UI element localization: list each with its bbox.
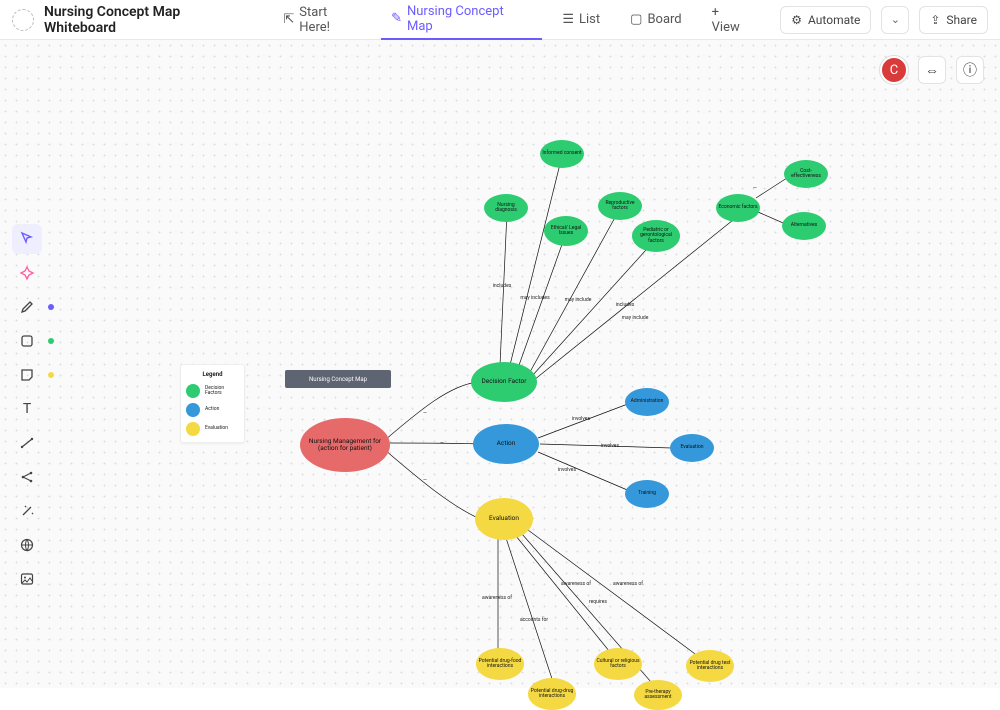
node-alternatives[interactable]: Alternatives bbox=[782, 212, 826, 240]
node-evaluation-sub[interactable]: Evaluation bbox=[670, 434, 714, 462]
edge-label: may includes bbox=[520, 295, 549, 301]
tab-board[interactable]: ▢ Board bbox=[620, 0, 692, 40]
edge-label: requires bbox=[589, 599, 607, 605]
node-administration[interactable]: Administration bbox=[625, 388, 669, 416]
node-nursing-diagnosis[interactable]: Nursing diagnosis bbox=[484, 194, 528, 222]
map-title-box[interactable]: Nursing Concept Map bbox=[285, 370, 391, 388]
share-label: Share bbox=[946, 13, 977, 27]
node-cultural[interactable]: Cultural or religious factors bbox=[594, 648, 642, 680]
tab-label: List bbox=[579, 12, 600, 27]
edge-label: involves bbox=[558, 467, 576, 473]
edge-label: awareness of bbox=[613, 581, 643, 587]
share-button[interactable]: ⇪ Share bbox=[919, 6, 988, 34]
edge-label: may include bbox=[565, 297, 592, 303]
node-ethical-legal[interactable]: Ethical/ Legal Issues bbox=[544, 216, 588, 246]
tab-start[interactable]: ⇱ Start Here! bbox=[273, 0, 371, 40]
tab-label: + View bbox=[712, 5, 751, 35]
automate-button[interactable]: ⚙ Automate bbox=[780, 6, 871, 34]
node-root[interactable]: Nursing Management for (action for patie… bbox=[300, 418, 390, 472]
tab-concept-map[interactable]: ✎ Nursing Concept Map bbox=[381, 0, 542, 40]
edge-label: includes bbox=[493, 283, 512, 289]
pin-icon: ⇱ bbox=[283, 12, 294, 27]
edge-label: — bbox=[423, 410, 427, 416]
node-evaluation[interactable]: Evaluation bbox=[475, 498, 533, 540]
page-title: Nursing Concept Map Whiteboard bbox=[44, 4, 255, 36]
node-pretherapy[interactable]: Pre-therapy assessment bbox=[634, 680, 682, 710]
tab-label: Nursing Concept Map bbox=[407, 4, 532, 34]
topbar: Nursing Concept Map Whiteboard ⇱ Start He… bbox=[0, 0, 1000, 40]
edge-label: involves bbox=[572, 416, 590, 422]
node-reproductive[interactable]: Reproductive factors bbox=[598, 192, 642, 220]
node-drug-drug[interactable]: Potential drug-drug interactions bbox=[528, 678, 576, 710]
node-training[interactable]: Training bbox=[625, 480, 669, 508]
node-pediatric[interactable]: Pediatric or gerontological factors bbox=[632, 220, 680, 252]
edge-label: — bbox=[440, 440, 444, 446]
list-icon: ☰ bbox=[562, 12, 574, 27]
edge-label: may include bbox=[622, 315, 649, 321]
edge-label: — bbox=[423, 477, 427, 483]
node-drug-test[interactable]: Potential drug test interactions bbox=[686, 650, 734, 682]
share-icon: ⇪ bbox=[930, 13, 940, 27]
tab-add-view[interactable]: + View bbox=[702, 0, 761, 40]
node-cost-effectiveness[interactable]: Cost-effectiveness bbox=[784, 160, 828, 188]
workspace-icon[interactable] bbox=[12, 9, 34, 31]
board-icon: ▢ bbox=[630, 12, 642, 27]
edge-label: awareness of bbox=[561, 581, 591, 587]
automate-label: Automate bbox=[808, 13, 860, 27]
tab-list[interactable]: ☰ List bbox=[552, 0, 610, 40]
robot-icon: ⚙ bbox=[791, 13, 802, 27]
canvas[interactable]: C ⇔ ⓘ T Legend Decision Factors Action E… bbox=[0, 40, 1000, 688]
edge-label: awareness of bbox=[482, 595, 512, 601]
tab-label: Board bbox=[647, 12, 681, 27]
node-economic[interactable]: Economic factors bbox=[716, 194, 760, 222]
whiteboard-icon: ✎ bbox=[391, 11, 402, 26]
node-informed-consent[interactable]: Informed consent bbox=[540, 140, 584, 168]
automate-chevron[interactable]: ⌄ bbox=[881, 6, 909, 34]
edge-label: — bbox=[753, 185, 757, 191]
node-decision-factor[interactable]: Decision Factor bbox=[471, 362, 537, 402]
edge-label: involves bbox=[601, 443, 619, 449]
edge-label: includes bbox=[616, 302, 635, 308]
node-action[interactable]: Action bbox=[473, 424, 539, 464]
edge-label: accounts for bbox=[520, 617, 548, 623]
node-drug-food[interactable]: Potential drug-food interactions bbox=[476, 648, 524, 680]
tab-label: Start Here! bbox=[299, 5, 361, 35]
